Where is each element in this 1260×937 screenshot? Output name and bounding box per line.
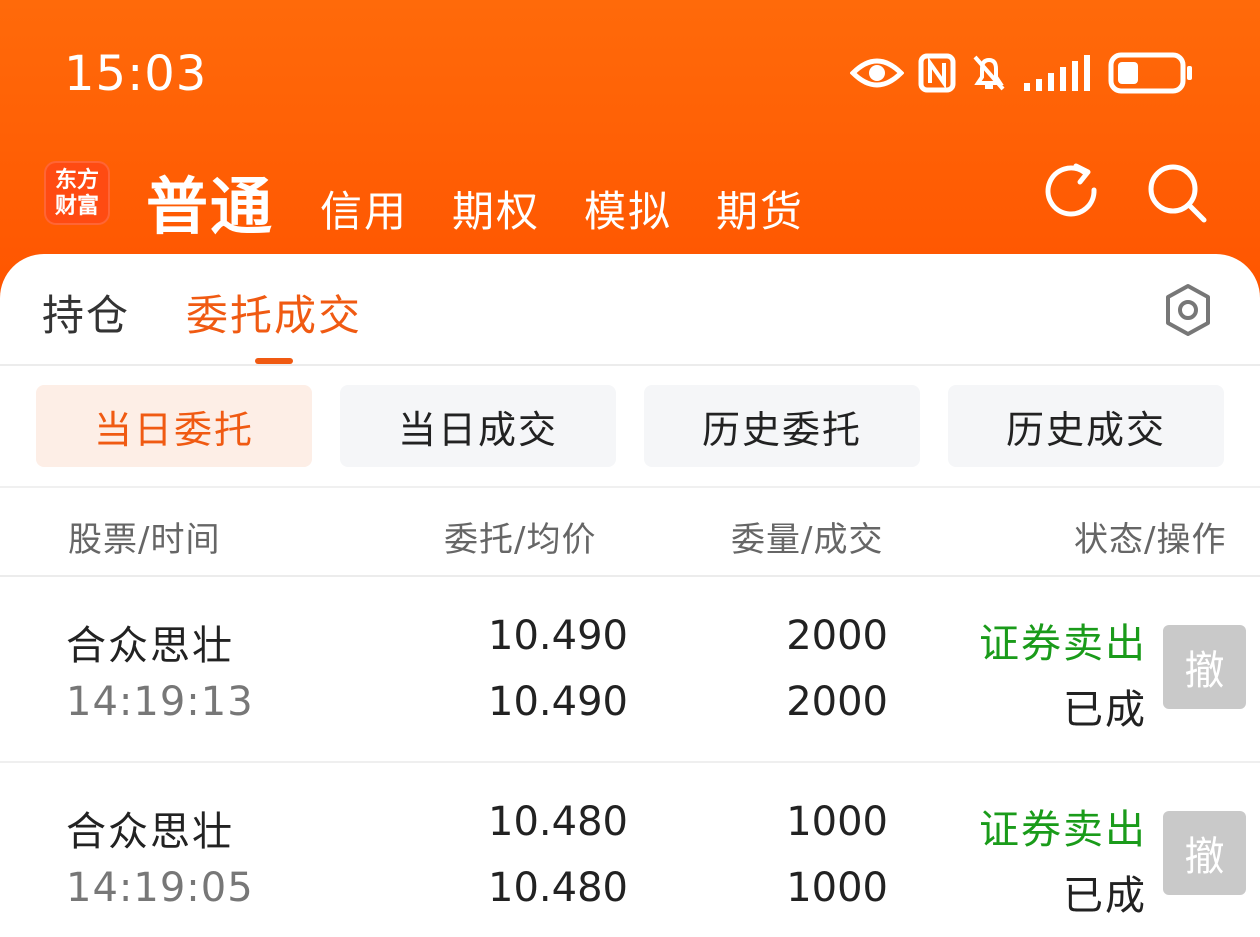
order-price: 10.490	[488, 613, 628, 659]
nav-item-simulation[interactable]: 模拟	[584, 178, 672, 239]
column-header-stock-time: 股票/时间	[68, 520, 221, 560]
nfc-icon	[918, 53, 956, 93]
stock-name: 合众思壮	[66, 809, 234, 855]
order-status: 已成	[1063, 873, 1147, 919]
segment-history-orders[interactable]: 历史委托	[644, 385, 920, 467]
status-icons	[850, 48, 1194, 98]
table-row[interactable]: 合众思壮 14:19:13 10.490 10.490 2000 2000 证券…	[0, 577, 1260, 763]
order-price: 10.480	[488, 799, 628, 845]
order-time: 14:19:05	[66, 865, 254, 911]
order-direction: 证券卖出	[979, 807, 1147, 853]
filled-quantity: 2000	[786, 679, 888, 725]
battery-icon	[1108, 52, 1192, 94]
column-header-quantity: 委量/成交	[731, 520, 884, 560]
eye-icon	[850, 58, 904, 88]
average-price: 10.490	[488, 679, 628, 725]
nav-item-futures[interactable]: 期货	[716, 178, 804, 239]
order-direction: 证券卖出	[979, 621, 1147, 667]
table-row[interactable]: 合众思壮 14:19:05 10.480 10.480 1000 1000 证券…	[0, 763, 1260, 937]
tab-divider	[0, 364, 1260, 366]
filled-quantity: 1000	[786, 865, 888, 911]
order-quantity: 2000	[786, 613, 888, 659]
bell-off-icon	[973, 55, 1005, 91]
status-time: 15:03	[64, 46, 208, 102]
column-header-status: 状态/操作	[1074, 520, 1227, 560]
order-status: 已成	[1063, 687, 1147, 733]
order-quantity: 1000	[786, 799, 888, 845]
stock-name: 合众思壮	[66, 623, 234, 669]
segment-today-trades[interactable]: 当日成交	[340, 385, 616, 467]
account-type-nav: 东方 财富 普通 信用 期权 模拟 期货	[0, 150, 1260, 243]
segment-today-orders[interactable]: 当日委托	[36, 385, 312, 467]
segment-divider	[0, 486, 1260, 488]
cancel-order-button[interactable]: 撤	[1163, 811, 1246, 895]
segment-history-trades[interactable]: 历史成交	[948, 385, 1224, 467]
order-time: 14:19:13	[66, 679, 254, 725]
signal-icon	[1024, 55, 1090, 91]
cancel-order-button[interactable]: 撤	[1163, 625, 1246, 709]
column-header-price: 委托/均价	[444, 520, 597, 560]
logo-line2: 财富	[54, 193, 99, 219]
nav-item-options[interactable]: 期权	[452, 178, 540, 239]
orders-panel: 持仓 委托成交 当日委托 当日成交 历史委托 历史成交 股票/时间 委托/均价 …	[0, 254, 1260, 937]
tab-orders-trades[interactable]: 委托成交	[186, 282, 362, 343]
refresh-icon[interactable]	[1040, 160, 1104, 224]
app-logo: 东方 财富	[44, 161, 110, 225]
tab-holdings[interactable]: 持仓	[42, 282, 130, 343]
nav-item-credit[interactable]: 信用	[320, 178, 408, 239]
nav-item-normal[interactable]: 普通	[146, 156, 274, 246]
average-price: 10.480	[488, 865, 628, 911]
gear-icon[interactable]	[1160, 282, 1216, 338]
search-icon[interactable]	[1144, 160, 1210, 226]
logo-line1: 东方	[54, 167, 99, 193]
